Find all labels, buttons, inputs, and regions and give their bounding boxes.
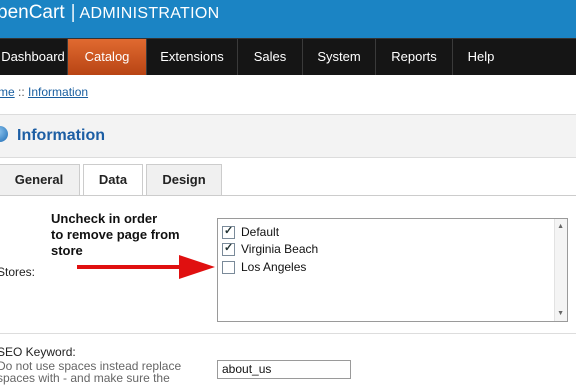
form-row-divider: [0, 333, 576, 334]
stores-label: Stores:: [0, 265, 36, 279]
store-name: Default: [241, 225, 280, 239]
checkbox[interactable]: [222, 241, 235, 256]
seo-keyword-label: SEO Keyword:: [0, 345, 76, 359]
main-menu: Dashboard Catalog Extensions Sales Syste…: [0, 38, 576, 75]
store-name: Los Angeles: [241, 260, 307, 274]
annotation-line: to remove page from: [51, 227, 180, 242]
brand-separator: |: [70, 2, 76, 23]
breadcrumb-separator: ::: [18, 85, 25, 99]
admin-label: ADMINISTRATION: [79, 5, 220, 22]
information-icon: [0, 126, 8, 142]
seo-keyword-input[interactable]: [217, 360, 351, 379]
brand-name: penCart: [0, 2, 65, 23]
menu-item-sales[interactable]: Sales: [238, 39, 303, 75]
breadcrumb-information-link[interactable]: Information: [28, 85, 88, 99]
annotation-callout: Uncheck in order to remove page from sto…: [51, 211, 180, 259]
scroll-up-arrow-icon[interactable]: ▲: [557, 223, 564, 230]
tab-data[interactable]: Data: [83, 164, 143, 196]
breadcrumb: me :: Information: [0, 85, 88, 99]
seo-help-line: spaces with - and make sure the: [0, 371, 170, 385]
menu-item-help[interactable]: Help: [453, 39, 509, 75]
list-scrollbar[interactable]: ▲ ▼: [554, 219, 567, 321]
menu-item-reports[interactable]: Reports: [376, 39, 453, 75]
annotation-line: Uncheck in order: [51, 211, 158, 226]
brand-logo: penCart | ADMINISTRATION: [0, 2, 219, 25]
menu-item-system[interactable]: System: [303, 39, 376, 75]
store-checkbox-list[interactable]: Default Virginia Beach Los Angeles ▲ ▼: [217, 218, 568, 322]
admin-header: penCart | ADMINISTRATION: [0, 0, 576, 38]
checkbox[interactable]: [222, 261, 235, 274]
checkbox[interactable]: [222, 224, 235, 239]
menu-item-extensions[interactable]: Extensions: [147, 39, 238, 75]
breadcrumb-home-link[interactable]: me: [0, 85, 15, 99]
scroll-down-arrow-icon[interactable]: ▼: [557, 310, 564, 317]
seo-keyword-help: Do not use spaces instead replace spaces…: [0, 360, 197, 384]
menu-item-catalog[interactable]: Catalog: [68, 39, 147, 75]
store-name: Virginia Beach: [241, 242, 319, 256]
tab-general[interactable]: General: [0, 164, 80, 195]
page-title: Information: [17, 127, 105, 144]
tab-design[interactable]: Design: [146, 164, 222, 195]
page-heading: Information: [0, 114, 576, 158]
annotation-arrow-icon: [77, 255, 215, 279]
menu-item-dashboard[interactable]: Dashboard: [0, 39, 68, 75]
tabs-divider: [0, 195, 576, 196]
